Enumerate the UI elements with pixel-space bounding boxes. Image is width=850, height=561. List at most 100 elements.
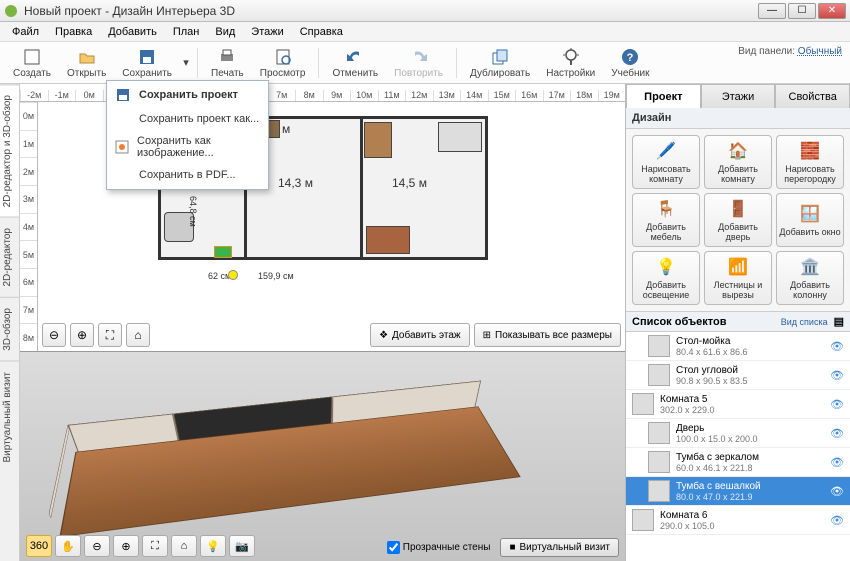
object-item[interactable]: Стол-мойка80.4 x 61.6 x 86.6👁 xyxy=(626,332,850,361)
design-button[interactable]: 🧱Нарисовать перегородку xyxy=(776,135,844,189)
save-option-icon xyxy=(115,87,131,103)
object-item[interactable]: Комната 5302.0 x 229.0👁 xyxy=(626,390,850,419)
visibility-icon[interactable]: 👁 xyxy=(830,514,844,527)
menu-Вид[interactable]: Вид xyxy=(209,24,241,40)
create-button[interactable]: Создать xyxy=(6,44,58,82)
design-button[interactable]: 🏛️Добавить колонну xyxy=(776,251,844,305)
save-option[interactable]: Сохранить проект как... xyxy=(109,107,266,131)
menu-Справка[interactable]: Справка xyxy=(294,24,349,40)
design-icon: 🏛️ xyxy=(799,256,821,278)
visibility-icon[interactable]: 👁 xyxy=(830,369,844,382)
ruler-icon: ⊞ xyxy=(483,330,491,341)
maximize-button[interactable]: ☐ xyxy=(788,3,816,19)
design-icon: 🪑 xyxy=(655,198,677,220)
save-option-icon xyxy=(115,167,131,183)
object-item[interactable]: Комната 6290.0 x 105.0👁 xyxy=(626,506,850,535)
show-sizes-button[interactable]: ⊞Показывать все размеры xyxy=(474,323,621,347)
object-thumb xyxy=(648,422,670,444)
settings-button[interactable]: Настройки xyxy=(539,44,602,82)
rp-tab[interactable]: Этажи xyxy=(701,84,776,108)
dimension-label: 159,9 см xyxy=(258,271,294,281)
camera-marker[interactable] xyxy=(228,270,238,280)
preview-button[interactable]: Просмотр xyxy=(253,44,313,82)
zoom-in-button[interactable]: ⊕ xyxy=(70,323,94,347)
visibility-icon[interactable]: 👁 xyxy=(830,485,844,498)
design-button[interactable]: 💡Добавить освещение xyxy=(632,251,700,305)
save-dropdown-toggle[interactable]: ▾ xyxy=(181,50,191,76)
object-thumb xyxy=(648,364,670,386)
camera-button[interactable]: 📷 xyxy=(229,535,255,557)
visibility-icon[interactable]: 👁 xyxy=(830,456,844,469)
rp-tab[interactable]: Проект xyxy=(626,84,701,108)
undo-button[interactable]: Отменить xyxy=(325,44,385,82)
object-item[interactable]: Тумба с вешалкой80.0 x 47.0 x 221.9👁 xyxy=(626,477,850,506)
window-title: Новый проект - Дизайн Интерьера 3D xyxy=(24,4,758,18)
save-option[interactable]: Сохранить проект xyxy=(109,83,266,107)
home-3d-button[interactable]: ⌂ xyxy=(171,535,197,557)
open-button[interactable]: Открыть xyxy=(60,44,113,82)
print-button[interactable]: Печать xyxy=(204,44,251,82)
canvas-3d[interactable]: 360 ✋ ⊖ ⊕ ⛶ ⌂ 💡 📷 Прозрачные стены ■Вирт… xyxy=(20,351,625,561)
tutorial-button[interactable]: ?Учебник xyxy=(604,44,656,82)
view-list-link[interactable]: Вид списка xyxy=(781,317,828,327)
add-floor-button[interactable]: ❖Добавить этаж xyxy=(370,323,470,347)
menu-Файл[interactable]: Файл xyxy=(6,24,45,40)
object-thumb xyxy=(632,509,654,531)
menu-Правка[interactable]: Правка xyxy=(49,24,98,40)
home-button[interactable]: ⌂ xyxy=(126,323,150,347)
furniture-bed[interactable] xyxy=(438,122,482,152)
close-button[interactable]: ✕ xyxy=(818,3,846,19)
visibility-icon[interactable]: 👁 xyxy=(830,398,844,411)
object-item[interactable]: Тумба с зеркалом60.0 x 46.1 x 221.8👁 xyxy=(626,448,850,477)
pan-button[interactable]: ✋ xyxy=(55,535,81,557)
side-tab[interactable]: 3D-обзор xyxy=(0,297,19,361)
zoom-in-3d-button[interactable]: ⊕ xyxy=(113,535,139,557)
object-thumb xyxy=(632,393,654,415)
design-button[interactable]: 🚪Добавить дверь xyxy=(704,193,772,247)
virtual-visit-button[interactable]: ■Виртуальный визит xyxy=(500,538,619,557)
fit-3d-button[interactable]: ⛶ xyxy=(142,535,168,557)
fit-button[interactable]: ⛶ xyxy=(98,323,122,347)
furniture-item[interactable] xyxy=(366,226,410,254)
svg-text:?: ? xyxy=(627,52,634,64)
design-button[interactable]: 📶Лестницы и вырезы xyxy=(704,251,772,305)
side-tab[interactable]: Виртуальный визит xyxy=(0,361,19,473)
menu-Этажи[interactable]: Этажи xyxy=(245,24,289,40)
redo-button[interactable]: Повторить xyxy=(387,44,450,82)
design-button[interactable]: 🪑Добавить мебель xyxy=(632,193,700,247)
save-option-icon xyxy=(115,111,131,127)
selected-object[interactable] xyxy=(214,246,232,258)
save-button[interactable]: Сохранить xyxy=(115,44,179,82)
save-option[interactable]: Сохранить как изображение... xyxy=(109,131,266,163)
furniture-item[interactable] xyxy=(364,122,392,158)
rp-tab[interactable]: Свойства xyxy=(775,84,850,108)
zoom-out-3d-button[interactable]: ⊖ xyxy=(84,535,110,557)
visibility-icon[interactable]: 👁 xyxy=(830,340,844,353)
design-icon: 🖊️ xyxy=(655,140,677,162)
orbit-button[interactable]: 360 xyxy=(26,535,52,557)
side-tab[interactable]: 2D-редактор и 3D-обзор xyxy=(0,84,19,217)
layers-icon: ❖ xyxy=(379,330,388,341)
design-button[interactable]: 🪟Добавить окно xyxy=(776,193,844,247)
design-button[interactable]: 🖊️Нарисовать комнату xyxy=(632,135,700,189)
menu-План[interactable]: План xyxy=(167,24,206,40)
object-item[interactable]: Стол угловой90.8 x 90.5 x 83.5👁 xyxy=(626,361,850,390)
design-button[interactable]: 🏠Добавить комнату xyxy=(704,135,772,189)
menu-Добавить[interactable]: Добавить xyxy=(102,24,163,40)
transparent-walls-checkbox[interactable]: Прозрачные стены xyxy=(387,541,491,554)
minimize-button[interactable]: — xyxy=(758,3,786,19)
design-icon: 📶 xyxy=(727,256,749,278)
list-options-icon[interactable]: ▤ xyxy=(834,315,844,328)
design-icon: 🏠 xyxy=(727,140,749,162)
zoom-out-button[interactable]: ⊖ xyxy=(42,323,66,347)
save-option[interactable]: Сохранить в PDF... xyxy=(109,163,266,187)
visibility-icon[interactable]: 👁 xyxy=(830,427,844,440)
camera-icon: ■ xyxy=(509,542,515,553)
duplicate-button[interactable]: Дублировать xyxy=(463,44,537,82)
ruler-vertical: 0м1м2м3м4м5м6м7м8м xyxy=(20,102,38,351)
object-item[interactable]: Дверь100.0 x 15.0 x 200.0👁 xyxy=(626,419,850,448)
panel-mode-link[interactable]: Обычный xyxy=(798,46,842,57)
side-tab[interactable]: 2D-редактор xyxy=(0,217,19,297)
light-button[interactable]: 💡 xyxy=(200,535,226,557)
side-tabs: 2D-редактор и 3D-обзор2D-редактор3D-обзо… xyxy=(0,84,20,561)
